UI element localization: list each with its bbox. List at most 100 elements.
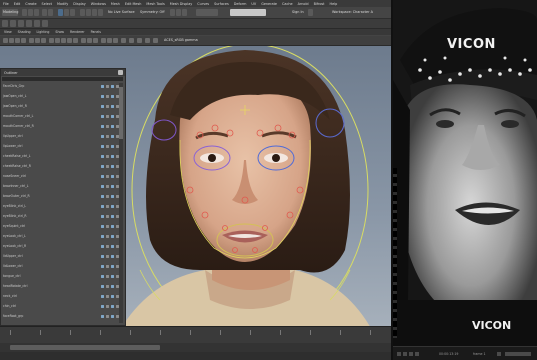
menu-file[interactable]: File: [3, 2, 9, 6]
outliner-row[interactable]: noseSneer_ctrl: [3, 173, 121, 179]
shelf-tool-icon[interactable]: [10, 20, 16, 27]
shelf-tool-icon[interactable]: [34, 20, 40, 27]
visibility-icon[interactable]: [101, 254, 104, 258]
visibility-icon[interactable]: [101, 174, 104, 178]
lock-icon[interactable]: [106, 184, 109, 188]
outliner-row[interactable]: lipUpper_ctrl: [3, 133, 121, 139]
lock-icon[interactable]: [106, 244, 109, 248]
template-icon[interactable]: [111, 284, 114, 288]
panel-menu-show[interactable]: Show: [55, 30, 64, 34]
template-icon[interactable]: [111, 194, 114, 198]
lock-icon[interactable]: [106, 264, 109, 268]
visibility-icon[interactable]: [101, 134, 104, 138]
outliner-row[interactable]: browOuter_ctrl_R: [3, 193, 121, 199]
visibility-icon[interactable]: [101, 104, 104, 108]
lock-icon[interactable]: [106, 134, 109, 138]
lock-icon[interactable]: [106, 294, 109, 298]
menu-deform[interactable]: Deform: [234, 2, 247, 6]
panel-menu-view[interactable]: View: [4, 30, 12, 34]
symmetry-label[interactable]: Symmetry: Off: [140, 10, 165, 14]
template-icon[interactable]: [111, 94, 114, 98]
menu-generate[interactable]: Generate: [261, 2, 277, 6]
outliner-row[interactable]: lipLower_ctrl: [3, 143, 121, 149]
menu-mesh[interactable]: Mesh: [111, 2, 120, 6]
outliner-scroll-thumb[interactable]: [119, 87, 123, 139]
range-slider-handle[interactable]: [10, 345, 160, 350]
antialias-icon[interactable]: [87, 38, 92, 43]
lock-icon[interactable]: [106, 94, 109, 98]
outliner-title-bar[interactable]: Outliner: [1, 69, 125, 76]
template-icon[interactable]: [111, 304, 114, 308]
visibility-icon[interactable]: [101, 154, 104, 158]
render-settings-icon[interactable]: [182, 9, 187, 16]
menu-modify[interactable]: Modify: [57, 2, 68, 6]
visibility-icon[interactable]: [101, 124, 104, 128]
color-transform-label[interactable]: ACES_sRGB gamma: [164, 38, 198, 42]
menu-edit[interactable]: Edit: [14, 2, 21, 6]
template-icon[interactable]: [111, 144, 114, 148]
lock-icon[interactable]: [106, 84, 109, 88]
lock-icon[interactable]: [106, 124, 109, 128]
lock-icon[interactable]: [106, 274, 109, 278]
outliner-row[interactable]: chin_ctrl: [3, 303, 121, 309]
template-icon[interactable]: [111, 154, 114, 158]
outliner-row[interactable]: eyeLook_ctrl_R: [3, 243, 121, 249]
visibility-icon[interactable]: [101, 294, 104, 298]
visibility-icon[interactable]: [101, 184, 104, 188]
select-hierarchy-icon[interactable]: [58, 9, 63, 16]
visibility-icon[interactable]: [101, 304, 104, 308]
save-scene-icon[interactable]: [34, 9, 39, 16]
visibility-icon[interactable]: [101, 144, 104, 148]
shelf-tool-icon[interactable]: [18, 20, 24, 27]
menu-create[interactable]: Create: [25, 2, 36, 6]
shelf-tab-icon[interactable]: [2, 20, 8, 27]
menu-display[interactable]: Display: [73, 2, 86, 6]
stop-icon[interactable]: [403, 352, 407, 356]
lock-icon[interactable]: [106, 224, 109, 228]
time-slider[interactable]: [0, 326, 391, 343]
template-icon[interactable]: [111, 234, 114, 238]
volume-slider[interactable]: [505, 352, 531, 356]
lock-icon[interactable]: [106, 114, 109, 118]
template-icon[interactable]: [111, 274, 114, 278]
ambient-occlusion-icon[interactable]: [81, 38, 86, 43]
camera-attributes-icon[interactable]: [9, 38, 14, 43]
outliner-row[interactable]: mouthCorner_ctrl_L: [3, 113, 121, 119]
lock-icon[interactable]: [106, 104, 109, 108]
template-icon[interactable]: [111, 214, 114, 218]
menu-curves[interactable]: Curves: [197, 2, 209, 6]
workspace-label[interactable]: Workspace: Character A: [332, 10, 373, 14]
template-icon[interactable]: [111, 124, 114, 128]
visibility-icon[interactable]: [101, 194, 104, 198]
live-surface-label[interactable]: No Live Surface: [108, 10, 135, 14]
snap-grid-icon[interactable]: [80, 9, 85, 16]
outliner-row[interactable]: jawOpen_ctrl_L: [3, 93, 121, 99]
panel-menu-lighting[interactable]: Lighting: [37, 30, 50, 34]
outliner-row[interactable]: cheekRaise_ctrl_L: [3, 153, 121, 159]
menu-mesh-tools[interactable]: Mesh Tools: [146, 2, 164, 6]
depth-of-field-icon[interactable]: [93, 38, 98, 43]
snap-point-icon[interactable]: [92, 9, 97, 16]
lock-icon[interactable]: [106, 164, 109, 168]
template-icon[interactable]: [111, 264, 114, 268]
menu-bifrost[interactable]: Bifrost: [314, 2, 325, 6]
outliner-row[interactable]: neck_ctrl: [3, 293, 121, 299]
template-icon[interactable]: [111, 184, 114, 188]
visibility-icon[interactable]: [101, 264, 104, 268]
template-icon[interactable]: [111, 294, 114, 298]
lock-icon[interactable]: [106, 214, 109, 218]
panel-menu-renderer[interactable]: Renderer: [70, 30, 85, 34]
command-line[interactable]: [0, 352, 391, 360]
template-icon[interactable]: [111, 114, 114, 118]
color-space-icon[interactable]: [153, 38, 158, 43]
visibility-icon[interactable]: [101, 314, 104, 318]
menu-surfaces[interactable]: Surfaces: [214, 2, 229, 6]
visibility-icon[interactable]: [101, 114, 104, 118]
snap-curve-icon[interactable]: [86, 9, 91, 16]
play-icon[interactable]: [397, 352, 401, 356]
film-gate-icon[interactable]: [35, 38, 40, 43]
menu-help[interactable]: Help: [330, 2, 338, 6]
xray-icon[interactable]: [107, 38, 112, 43]
undo-icon[interactable]: [42, 9, 47, 16]
visibility-icon[interactable]: [101, 164, 104, 168]
